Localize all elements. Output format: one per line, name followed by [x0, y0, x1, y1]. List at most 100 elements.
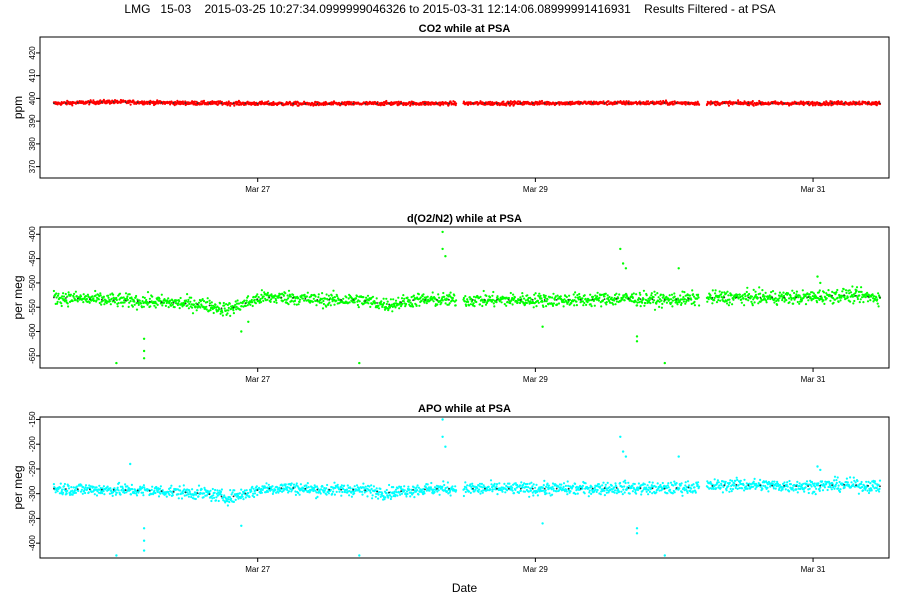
data-point [624, 481, 627, 485]
data-point [329, 297, 332, 300]
data-point [333, 481, 336, 484]
data-point [266, 298, 269, 301]
data-point [54, 491, 57, 494]
data-point [676, 303, 679, 306]
data-point [366, 294, 370, 297]
data-point [394, 306, 397, 309]
data-point [416, 489, 419, 492]
data-point [707, 298, 710, 301]
data-point [244, 496, 247, 499]
data-point [281, 299, 285, 302]
data-point [551, 485, 554, 488]
data-point [508, 482, 511, 485]
data-point [155, 485, 158, 489]
data-point [725, 292, 728, 295]
data-point [55, 292, 58, 295]
data-point [559, 295, 562, 298]
data-point [222, 301, 225, 305]
data-point [228, 500, 231, 504]
data-point [193, 299, 196, 302]
data-point [261, 488, 264, 491]
data-point [572, 293, 575, 296]
data-point [542, 294, 545, 297]
data-point [536, 494, 540, 497]
data-point [785, 299, 788, 302]
data-point [321, 307, 325, 310]
data-point [862, 301, 865, 304]
average-point [771, 102, 774, 105]
data-point [382, 297, 385, 300]
average-point [663, 299, 666, 301]
data-point [501, 490, 504, 493]
average-point [280, 102, 283, 105]
data-point [562, 482, 566, 485]
x-tick-label: Mar 27 [245, 375, 270, 384]
data-point [109, 487, 112, 490]
data-point [79, 490, 83, 493]
outlier-point [635, 340, 639, 343]
average-point [280, 296, 283, 299]
data-point [744, 295, 747, 298]
average-point [723, 296, 726, 299]
outlier-point [541, 325, 544, 328]
data-point [141, 491, 145, 494]
data-point [788, 301, 791, 304]
data-point [682, 296, 685, 299]
data-point [374, 301, 377, 304]
data-point [877, 292, 880, 295]
data-point [396, 487, 399, 490]
average-point [807, 296, 809, 299]
data-point [349, 487, 352, 490]
average-point [220, 102, 223, 105]
y-tick-label: 400 [28, 91, 37, 105]
data-point [796, 300, 799, 304]
data-point [253, 495, 256, 499]
data-point [713, 296, 716, 299]
data-point [612, 303, 615, 306]
data-point [673, 292, 676, 295]
data-point [423, 492, 426, 495]
data-point [257, 296, 260, 299]
data-point [465, 304, 468, 307]
data-point [135, 494, 139, 497]
data-point [191, 306, 194, 309]
data-point [187, 307, 190, 310]
panel-title: CO2 while at PSA [419, 23, 511, 35]
data-point [613, 299, 616, 302]
data-point [394, 493, 397, 496]
data-point [556, 294, 559, 297]
data-point [777, 299, 780, 302]
data-point [506, 489, 509, 492]
average-point [220, 307, 223, 310]
data-point [609, 301, 612, 304]
data-point [643, 304, 646, 307]
data-point [445, 490, 449, 493]
data-point [82, 293, 85, 296]
data-point [197, 484, 201, 487]
data-point [496, 295, 499, 298]
outlier-point [142, 337, 146, 340]
data-point [614, 482, 617, 485]
data-point [107, 294, 110, 297]
data-point [442, 480, 445, 483]
data-point [647, 100, 650, 103]
data-point [274, 294, 277, 297]
data-point [690, 298, 693, 301]
data-point [546, 298, 549, 301]
data-point [584, 482, 587, 485]
data-point [740, 298, 743, 301]
data-point [417, 293, 420, 296]
data-point [315, 485, 319, 488]
data-point [589, 293, 592, 296]
data-point [320, 488, 323, 491]
data-point [103, 493, 106, 496]
data-point [371, 494, 374, 497]
y-tick-label: 420 [28, 46, 37, 60]
data-point [564, 484, 568, 487]
outlier-point [624, 267, 628, 270]
data-point [751, 304, 754, 307]
x-tick-label: Mar 27 [245, 185, 270, 194]
outlier-point [441, 230, 444, 234]
data-point [613, 486, 616, 489]
data-point [438, 493, 441, 496]
